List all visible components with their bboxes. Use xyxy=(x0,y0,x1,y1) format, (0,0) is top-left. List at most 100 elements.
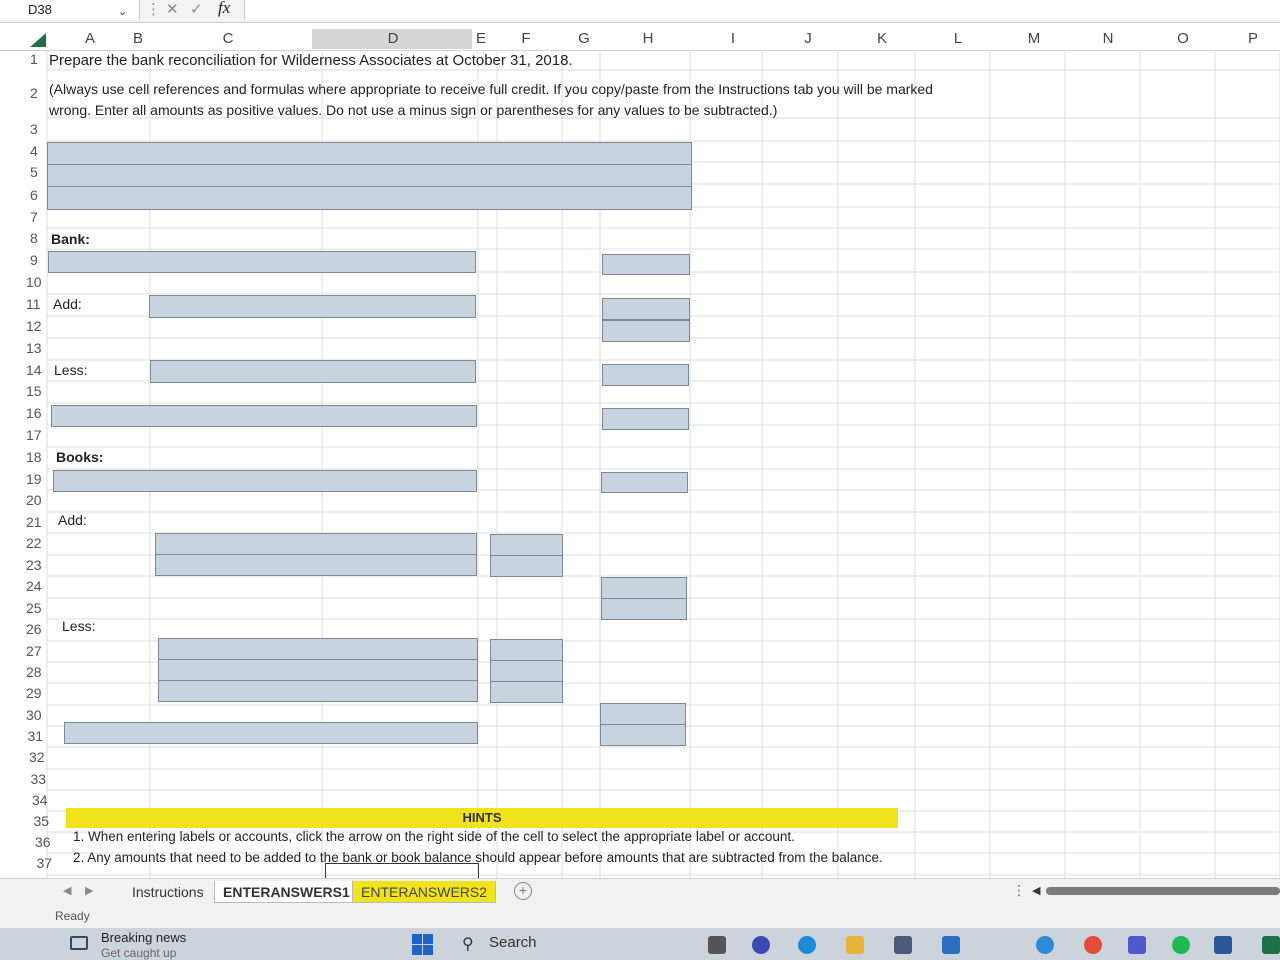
row-header-20[interactable]: 20 xyxy=(26,492,42,508)
spotify-icon[interactable] xyxy=(1172,936,1190,954)
column-header-e[interactable]: E xyxy=(473,28,489,50)
bank-add-total-input[interactable] xyxy=(602,320,690,342)
row-header-27[interactable]: 27 xyxy=(26,643,42,659)
books-less-item-1-input[interactable] xyxy=(158,638,478,661)
bank-balance-label-input[interactable] xyxy=(48,251,476,273)
taskbar-search[interactable]: Search xyxy=(489,934,537,951)
column-header-o[interactable]: O xyxy=(1175,28,1191,50)
row-header-12[interactable]: 12 xyxy=(26,318,42,334)
row-header-23[interactable]: 23 xyxy=(26,557,42,573)
row-header-6[interactable]: 6 xyxy=(30,187,38,203)
row-header-11[interactable]: 11 xyxy=(26,296,41,312)
column-header-i[interactable]: I xyxy=(725,28,741,50)
books-balance-label-input[interactable] xyxy=(53,470,477,492)
cancel-icon[interactable]: ✕ xyxy=(166,0,179,20)
bank-less-amount-input[interactable] xyxy=(602,364,689,386)
row-header-24[interactable]: 24 xyxy=(26,578,42,594)
row-header-31[interactable]: 31 xyxy=(28,728,44,744)
books-less-item-3-input[interactable] xyxy=(158,680,478,702)
row-header-19[interactable]: 19 xyxy=(26,471,42,487)
books-add-amount-2-input[interactable] xyxy=(490,555,563,577)
column-header-g[interactable]: G xyxy=(576,28,592,50)
books-add-item-2-input[interactable] xyxy=(155,554,477,576)
row-header-17[interactable]: 17 xyxy=(26,427,42,443)
books-less-amount-3-input[interactable] xyxy=(490,681,563,703)
column-header-l[interactable]: L xyxy=(950,28,966,50)
scroll-left-icon[interactable]: ◀ xyxy=(1032,884,1040,897)
row-header-26[interactable]: 26 xyxy=(26,621,42,637)
chevron-down-icon[interactable]: ⌄ xyxy=(118,2,127,22)
books-less-total-input[interactable] xyxy=(600,703,686,725)
books-less-amount-2-input[interactable] xyxy=(490,660,563,682)
row-header-32[interactable]: 32 xyxy=(29,749,45,765)
bank-add-amount-input[interactable] xyxy=(602,298,690,320)
header-input-row-4[interactable] xyxy=(47,142,692,165)
row-header-15[interactable]: 15 xyxy=(26,383,42,399)
enter-check-icon[interactable]: ✓ xyxy=(190,0,203,20)
tab-enteranswers2[interactable]: ENTERANSWERS2 xyxy=(352,881,497,903)
row-header-29[interactable]: 29 xyxy=(26,685,42,701)
row-header-10[interactable]: 10 xyxy=(26,274,42,290)
row-header-33[interactable]: 33 xyxy=(31,771,47,787)
column-header-f[interactable]: F xyxy=(518,28,534,50)
column-header-k[interactable]: K xyxy=(874,28,890,50)
header-input-row-5[interactable] xyxy=(47,164,692,187)
news-widget-subtitle[interactable]: Get caught up xyxy=(101,946,176,960)
row-header-9[interactable]: 9 xyxy=(30,252,38,268)
books-adjusted-amount-input[interactable] xyxy=(600,724,686,746)
row-header-28[interactable]: 28 xyxy=(26,664,42,680)
row-header-37[interactable]: 37 xyxy=(37,855,53,871)
row-header-7[interactable]: 7 xyxy=(30,209,38,225)
column-header-j[interactable]: J xyxy=(800,28,816,50)
excel-icon[interactable] xyxy=(1262,936,1280,954)
bank-adjusted-amount-input[interactable] xyxy=(602,408,689,430)
word-icon[interactable] xyxy=(1214,936,1232,954)
edge-icon[interactable] xyxy=(798,936,816,954)
bank-add-item-input[interactable] xyxy=(149,295,476,318)
row-header-4[interactable]: 4 xyxy=(30,143,38,159)
news-icon[interactable] xyxy=(70,936,88,950)
row-header-36[interactable]: 36 xyxy=(35,834,51,850)
teams-chat-icon[interactable] xyxy=(752,936,770,954)
bank-adjusted-label-input[interactable] xyxy=(51,405,477,427)
file-explorer-icon[interactable] xyxy=(846,936,864,954)
row-header-13[interactable]: 13 xyxy=(26,340,42,356)
books-subtotal-input[interactable] xyxy=(601,598,687,620)
row-header-8[interactable]: 8 xyxy=(30,230,38,246)
row-header-14[interactable]: 14 xyxy=(26,362,42,378)
name-box[interactable]: D38 ⌄ xyxy=(0,0,140,20)
row-header-1[interactable]: 1 xyxy=(30,51,38,67)
books-add-amount-1-input[interactable] xyxy=(490,534,563,556)
horizontal-scrollbar[interactable] xyxy=(1046,887,1280,895)
windows-start-icon[interactable] xyxy=(412,934,434,956)
column-header-b[interactable]: B xyxy=(130,28,146,50)
scroll-tabs-left-icon[interactable]: ◀ xyxy=(63,884,71,897)
books-less-item-2-input[interactable] xyxy=(158,659,478,681)
books-add-total-input[interactable] xyxy=(601,577,687,599)
column-header-n[interactable]: N xyxy=(1100,28,1116,50)
insert-function-icon[interactable]: fx xyxy=(218,0,230,18)
books-balance-amount-input[interactable] xyxy=(601,472,688,493)
bank-less-item-input[interactable] xyxy=(150,360,476,383)
edge-dev-icon[interactable] xyxy=(1036,936,1054,954)
row-header-21[interactable]: 21 xyxy=(26,514,42,530)
formula-input[interactable] xyxy=(244,0,1280,20)
row-header-16[interactable]: 16 xyxy=(26,405,42,421)
column-header-a[interactable]: A xyxy=(82,28,98,50)
row-header-5[interactable]: 5 xyxy=(30,164,38,180)
mail-icon[interactable] xyxy=(942,936,960,954)
task-view-icon[interactable] xyxy=(708,936,726,954)
column-header-p[interactable]: P xyxy=(1245,28,1261,50)
row-header-25[interactable]: 25 xyxy=(26,600,42,616)
column-header-c[interactable]: C xyxy=(220,28,236,50)
books-adjusted-label-input[interactable] xyxy=(64,722,478,744)
column-header-m[interactable]: M xyxy=(1025,28,1043,50)
store-icon[interactable] xyxy=(894,936,912,954)
column-header-d[interactable]: D xyxy=(385,28,401,50)
more-options-icon[interactable]: ⋮ xyxy=(1012,882,1026,899)
news-widget-title[interactable]: Breaking news xyxy=(101,930,186,945)
more-options-icon[interactable]: ⋮ xyxy=(146,0,161,20)
row-header-35[interactable]: 35 xyxy=(34,813,50,829)
row-header-30[interactable]: 30 xyxy=(26,707,42,723)
chrome-icon[interactable] xyxy=(1084,936,1102,954)
